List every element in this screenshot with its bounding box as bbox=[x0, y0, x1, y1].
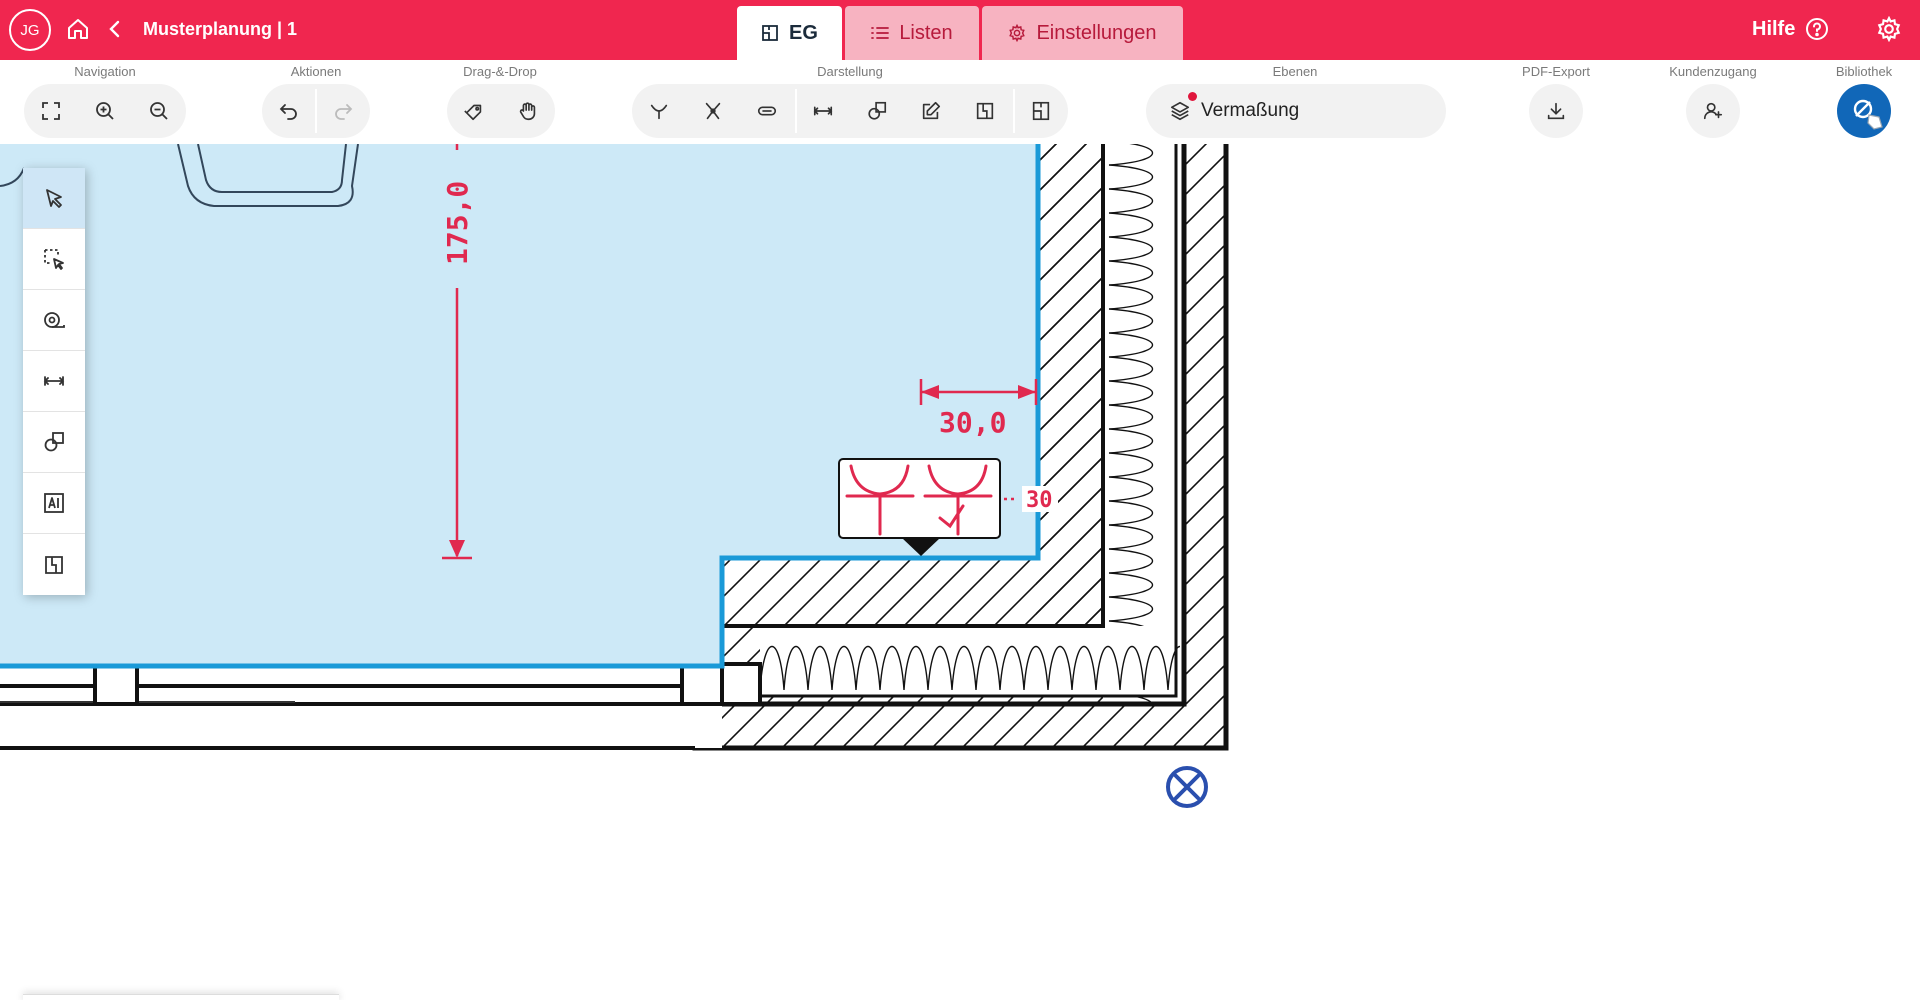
group-label-library: Bibliothek bbox=[1835, 64, 1893, 79]
zoom-in-icon[interactable] bbox=[78, 84, 132, 138]
library-button[interactable] bbox=[1837, 84, 1891, 138]
tab-einstellungen[interactable]: Einstellungen bbox=[982, 6, 1183, 60]
group-label-navigation: Navigation bbox=[74, 64, 136, 79]
layer-selector-value: Vermaßung bbox=[1201, 100, 1300, 121]
wall-corner-icon[interactable] bbox=[958, 84, 1012, 138]
close-circle-icon[interactable] bbox=[1165, 765, 1209, 809]
pipe-branch-icon[interactable] bbox=[632, 84, 686, 138]
floorplan-view-icon[interactable] bbox=[1014, 84, 1068, 138]
node-connect-icon[interactable] bbox=[686, 84, 740, 138]
project-title: Musterplanung | 1 bbox=[143, 19, 298, 39]
toolbar: Navigation Aktionen Drag-&-Drop Darstell… bbox=[0, 60, 1920, 144]
zoom-out-icon[interactable] bbox=[132, 84, 186, 138]
help-button[interactable]: Hilfe bbox=[1752, 17, 1829, 41]
tab-eg-label: EG bbox=[789, 21, 818, 44]
pan-hand-icon[interactable] bbox=[501, 84, 555, 138]
select-pointer-icon[interactable] bbox=[23, 168, 85, 229]
layers-icon bbox=[1169, 100, 1191, 122]
settings-gear-icon[interactable] bbox=[1876, 16, 1904, 44]
connection-tag-label[interactable]: 30 bbox=[1026, 488, 1053, 513]
dimension-tool-icon[interactable] bbox=[23, 351, 85, 412]
group-label-display: Darstellung bbox=[817, 64, 883, 79]
insulation-horizontal-pattern bbox=[760, 626, 1180, 696]
wall-pillar-left bbox=[93, 662, 139, 706]
layer-active-dot bbox=[1188, 92, 1197, 101]
group-label-pdf: PDF-Export bbox=[1522, 64, 1590, 79]
gear-icon bbox=[1008, 24, 1026, 42]
wall-tool-icon[interactable] bbox=[23, 534, 85, 595]
list-icon bbox=[871, 25, 890, 41]
floorplan-icon bbox=[761, 24, 779, 42]
tab-eg[interactable]: EG bbox=[737, 6, 842, 60]
redo-icon[interactable] bbox=[316, 84, 370, 138]
text-tool-icon[interactable] bbox=[23, 473, 85, 534]
top-bar: JG Musterplanung | 1 EG Listen Einstellu… bbox=[0, 0, 1920, 60]
tab-listen[interactable]: Listen bbox=[845, 6, 979, 60]
wall-post bbox=[720, 662, 762, 706]
dimension-vertical-label[interactable]: 175,0 bbox=[441, 181, 474, 265]
shapes-tool-icon[interactable] bbox=[23, 412, 85, 473]
drag-hand-tag-icon[interactable] bbox=[447, 84, 501, 138]
help-label: Hilfe bbox=[1752, 17, 1796, 40]
group-label-customer: Kundenzugang bbox=[1669, 64, 1757, 79]
connection-symbol-box[interactable] bbox=[838, 458, 1001, 539]
fit-to-screen-icon[interactable] bbox=[24, 84, 78, 138]
wall-pillar-right bbox=[680, 662, 724, 706]
home-icon[interactable] bbox=[63, 14, 93, 44]
group-label-actions: Aktionen bbox=[290, 64, 342, 79]
drawing-canvas[interactable]: 175,0 30,0 30 bbox=[0, 143, 1920, 1000]
insulation-vertical-pattern bbox=[1103, 144, 1176, 704]
tape-measure-icon[interactable] bbox=[23, 290, 85, 351]
group-label-dragdrop: Drag-&-Drop bbox=[463, 64, 537, 79]
add-user-icon[interactable] bbox=[1686, 84, 1740, 138]
dimension-horizontal-label[interactable]: 30,0 bbox=[939, 406, 1006, 439]
edit-pencil-icon[interactable] bbox=[904, 84, 958, 138]
question-circle-icon bbox=[1805, 17, 1829, 41]
undo-icon[interactable] bbox=[262, 84, 316, 138]
group-label-layers: Ebenen bbox=[1272, 64, 1318, 79]
box-select-icon[interactable] bbox=[23, 229, 85, 290]
user-avatar[interactable]: JG bbox=[9, 9, 51, 51]
capsule-icon[interactable] bbox=[740, 84, 794, 138]
tool-palette bbox=[23, 168, 85, 595]
dimension-line-icon[interactable] bbox=[796, 84, 850, 138]
library-pointer-icon bbox=[1853, 99, 1883, 130]
bottom-panel bbox=[23, 994, 339, 1000]
download-icon[interactable] bbox=[1529, 84, 1583, 138]
app-window: JG Musterplanung | 1 EG Listen Einstellu… bbox=[0, 0, 1920, 1000]
chevron-left-icon[interactable] bbox=[104, 14, 126, 44]
shapes-icon[interactable] bbox=[850, 84, 904, 138]
tab-listen-label: Listen bbox=[899, 21, 953, 44]
tab-einstellungen-label: Einstellungen bbox=[1036, 21, 1157, 44]
